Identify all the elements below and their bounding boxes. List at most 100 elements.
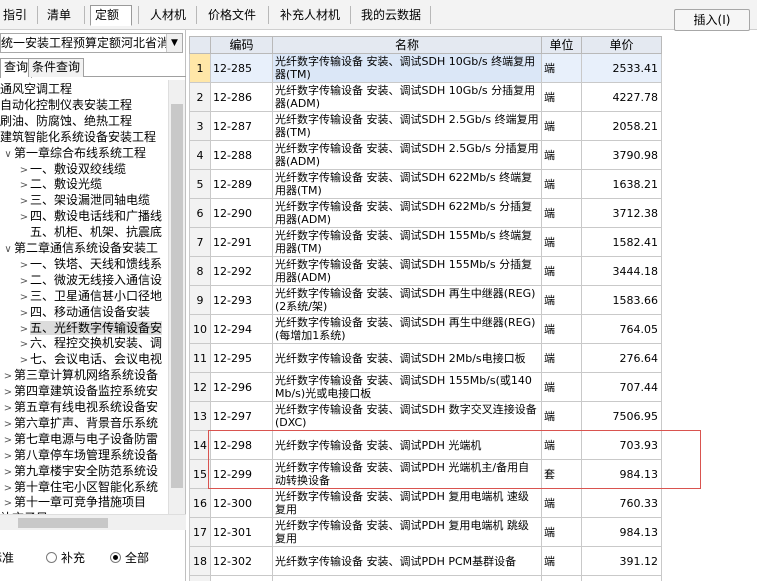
table-row[interactable]: 10 12-294 光纤数字传输设备 安装、调试SDH 再生中继器(REG) (每增… <box>189 314 662 344</box>
tree-node[interactable]: > 第六章扩声、背景音乐系统 <box>2 415 168 431</box>
row-name[interactable]: 光纤数字传输设备 安装、调试PDH 光端机主/备用自动转换设备 <box>272 459 542 489</box>
row-price[interactable]: 2533.41 <box>581 53 662 83</box>
tree-node[interactable]: ∨ 第一章综合布线系统工程 <box>2 145 168 161</box>
row-unit[interactable]: 端 <box>541 285 582 315</box>
row-unit[interactable]: 端 <box>541 546 582 576</box>
tree-node[interactable]: > 四、敷设电话线和广播线 <box>18 208 168 224</box>
row-price[interactable]: 14318.64 <box>581 575 662 581</box>
row-index[interactable]: 11 <box>189 343 211 373</box>
row-price[interactable]: 760.33 <box>581 488 662 518</box>
row-name[interactable]: 光纤数字传输设备 安装、调试SDH 2.5Gb/s 分插复用器(ADM) <box>272 140 542 170</box>
scrollbar-thumb[interactable] <box>18 518 108 528</box>
row-price[interactable]: 3790.98 <box>581 140 662 170</box>
row-index[interactable]: 15 <box>189 459 211 489</box>
radio-button-icon[interactable] <box>110 552 121 563</box>
tree-node[interactable]: > 第五章有线电视系统设备安 <box>2 399 168 415</box>
row-index[interactable]: 18 <box>189 546 211 576</box>
row-unit[interactable]: 套 <box>541 459 582 489</box>
tree-node[interactable]: > 六、程控交换机安装、调 <box>18 335 168 351</box>
row-unit[interactable]: 端 <box>541 169 582 199</box>
radio-button-icon[interactable] <box>46 552 57 563</box>
row-name[interactable]: 光纤数字传输设备 安装、调试PDH 光端机 <box>272 430 542 460</box>
chevron-right-icon[interactable]: > <box>18 353 30 367</box>
row-index[interactable]: 17 <box>189 517 211 547</box>
tree-node[interactable]: > 第九章楼宇安全防范系统设 <box>2 463 168 479</box>
chevron-right-icon[interactable]: > <box>18 274 30 288</box>
row-name[interactable]: 光纤数字传输设备 安装、调试SDH 2.5Gb/s 终端复用器(TM) <box>272 111 542 141</box>
column-header-name[interactable]: 名称 <box>272 36 542 54</box>
chevron-right-icon[interactable]: > <box>2 417 14 431</box>
row-price[interactable]: 984.13 <box>581 459 662 489</box>
row-price[interactable]: 1583.66 <box>581 285 662 315</box>
tree-node[interactable]: > 二、敷设光缆 <box>18 176 168 192</box>
row-index[interactable]: 3 <box>189 111 211 141</box>
row-price[interactable]: 984.13 <box>581 517 662 547</box>
row-unit[interactable]: 端 <box>541 140 582 170</box>
row-price[interactable]: 1638.21 <box>581 169 662 199</box>
tree-node[interactable]: > 第七章电源与电子设备防雷 <box>2 431 168 447</box>
chevron-right-icon[interactable]: > <box>2 449 14 463</box>
row-unit[interactable]: 端 <box>541 227 582 257</box>
row-name[interactable]: 光纤数字传输设备 安装、调试SDH 2Mb/s电接口板 <box>272 343 542 373</box>
tree-node[interactable]: > 一、铁塔、天线和馈线系 <box>18 256 168 272</box>
row-index[interactable]: 6 <box>189 198 211 228</box>
column-header-code[interactable]: 编码 <box>210 36 273 54</box>
row-price[interactable]: 703.93 <box>581 430 662 460</box>
row-name[interactable]: 光纤数字传输设备 安装、调试SDH 155Mb/s(或140Mb/s)光或电接口… <box>272 372 542 402</box>
chevron-right-icon[interactable]: > <box>18 306 30 320</box>
row-unit[interactable]: 端 <box>541 198 582 228</box>
row-unit[interactable]: 端 <box>541 488 582 518</box>
tab-0[interactable]: 指引 <box>0 5 28 26</box>
radio-option[interactable]: 补充 <box>46 550 85 566</box>
chevron-right-icon[interactable]: > <box>2 369 14 383</box>
tree-node[interactable]: 五、机柜、机架、抗震底 <box>18 224 168 240</box>
table-row[interactable]: 16 12-300 光纤数字传输设备 安装、调试PDH 复用电端机 速级复用端 760… <box>189 488 662 518</box>
row-code[interactable]: 12-291 <box>210 227 273 257</box>
row-code[interactable]: 12-286 <box>210 82 273 112</box>
table-row[interactable]: 11 12-295 光纤数字传输设备 安装、调试SDH 2Mb/s电接口板 端 276.… <box>189 343 662 373</box>
insert-button[interactable]: 插入(I) <box>674 9 750 31</box>
tab-4[interactable]: 价格文件 <box>203 5 263 26</box>
table-row[interactable]: 17 12-301 光纤数字传输设备 安装、调试PDH 复用电端机 跳级复用端 984… <box>189 517 662 547</box>
tab-5[interactable]: 补充人材机 <box>275 5 347 26</box>
row-name[interactable]: 光纤数字传输设备 安装、调试PDH 复用电端机 速级复用 <box>272 488 542 518</box>
row-index[interactable]: 4 <box>189 140 211 170</box>
table-row[interactable]: 6 12-290 光纤数字传输设备 安装、调试SDH 622Mb/s 分插复用器(A… <box>189 198 662 228</box>
row-unit[interactable]: 端 <box>541 53 582 83</box>
row-index[interactable]: 10 <box>189 314 211 344</box>
table-row[interactable]: 1 12-285 光纤数字传输设备 安装、调试SDH 10Gb/s 终端复用器(TM… <box>189 53 662 83</box>
row-name[interactable]: 光纤数字传输设备 安装、调试PDH PCM基群设备 <box>272 546 542 576</box>
row-index[interactable]: 8 <box>189 256 211 286</box>
row-unit[interactable]: 端 <box>541 82 582 112</box>
row-code[interactable]: 12-296 <box>210 372 273 402</box>
chevron-right-icon[interactable]: > <box>18 258 30 272</box>
row-code[interactable]: 12-302 <box>210 546 273 576</box>
row-code[interactable]: 12-303 <box>210 575 273 581</box>
row-unit[interactable]: 端 <box>541 517 582 547</box>
row-price[interactable]: 391.12 <box>581 546 662 576</box>
scrollbar-thumb[interactable] <box>171 104 183 488</box>
row-price[interactable]: 764.05 <box>581 314 662 344</box>
row-price[interactable]: 1582.41 <box>581 227 662 257</box>
row-name[interactable]: 光纤数字传输设备 安装、调试SDH 10Gb/s 分插复用器(ADM) <box>272 82 542 112</box>
row-unit[interactable]: 端 <box>541 111 582 141</box>
chevron-right-icon[interactable]: > <box>18 337 30 351</box>
tree-node[interactable]: 刷油、防腐蚀、绝热工程 <box>0 113 156 129</box>
row-index[interactable]: 19 <box>189 575 211 581</box>
tree-node[interactable]: > 第十章住宅小区智能化系统 <box>2 479 168 495</box>
row-name[interactable]: 光纤数字传输设备 安装、调试SDH 155Mb/s 分插复用器(ADM) <box>272 256 542 286</box>
row-index[interactable]: 16 <box>189 488 211 518</box>
row-name[interactable]: 光纤数字传输设备 安装、调试SDH 数字交叉连接设备(DXC) <box>272 401 542 431</box>
column-header-unit[interactable]: 单位 <box>541 36 582 54</box>
row-code[interactable]: 12-290 <box>210 198 273 228</box>
chevron-right-icon[interactable]: > <box>18 290 30 304</box>
tree-node[interactable]: > 第八章停车场管理系统设备 <box>2 447 168 463</box>
chevron-right-icon[interactable]: > <box>18 163 30 177</box>
row-unit[interactable]: 端 <box>541 401 582 431</box>
row-unit[interactable]: 端 <box>541 256 582 286</box>
row-unit[interactable]: 端 <box>541 575 582 581</box>
tree-vertical-scrollbar[interactable] <box>168 80 185 514</box>
row-name[interactable]: 光纤数字传输设备 安装、调试PDH 接入网 局端设备 <box>272 575 542 581</box>
tab-6[interactable]: 我的云数据 <box>356 5 426 26</box>
row-code[interactable]: 12-289 <box>210 169 273 199</box>
